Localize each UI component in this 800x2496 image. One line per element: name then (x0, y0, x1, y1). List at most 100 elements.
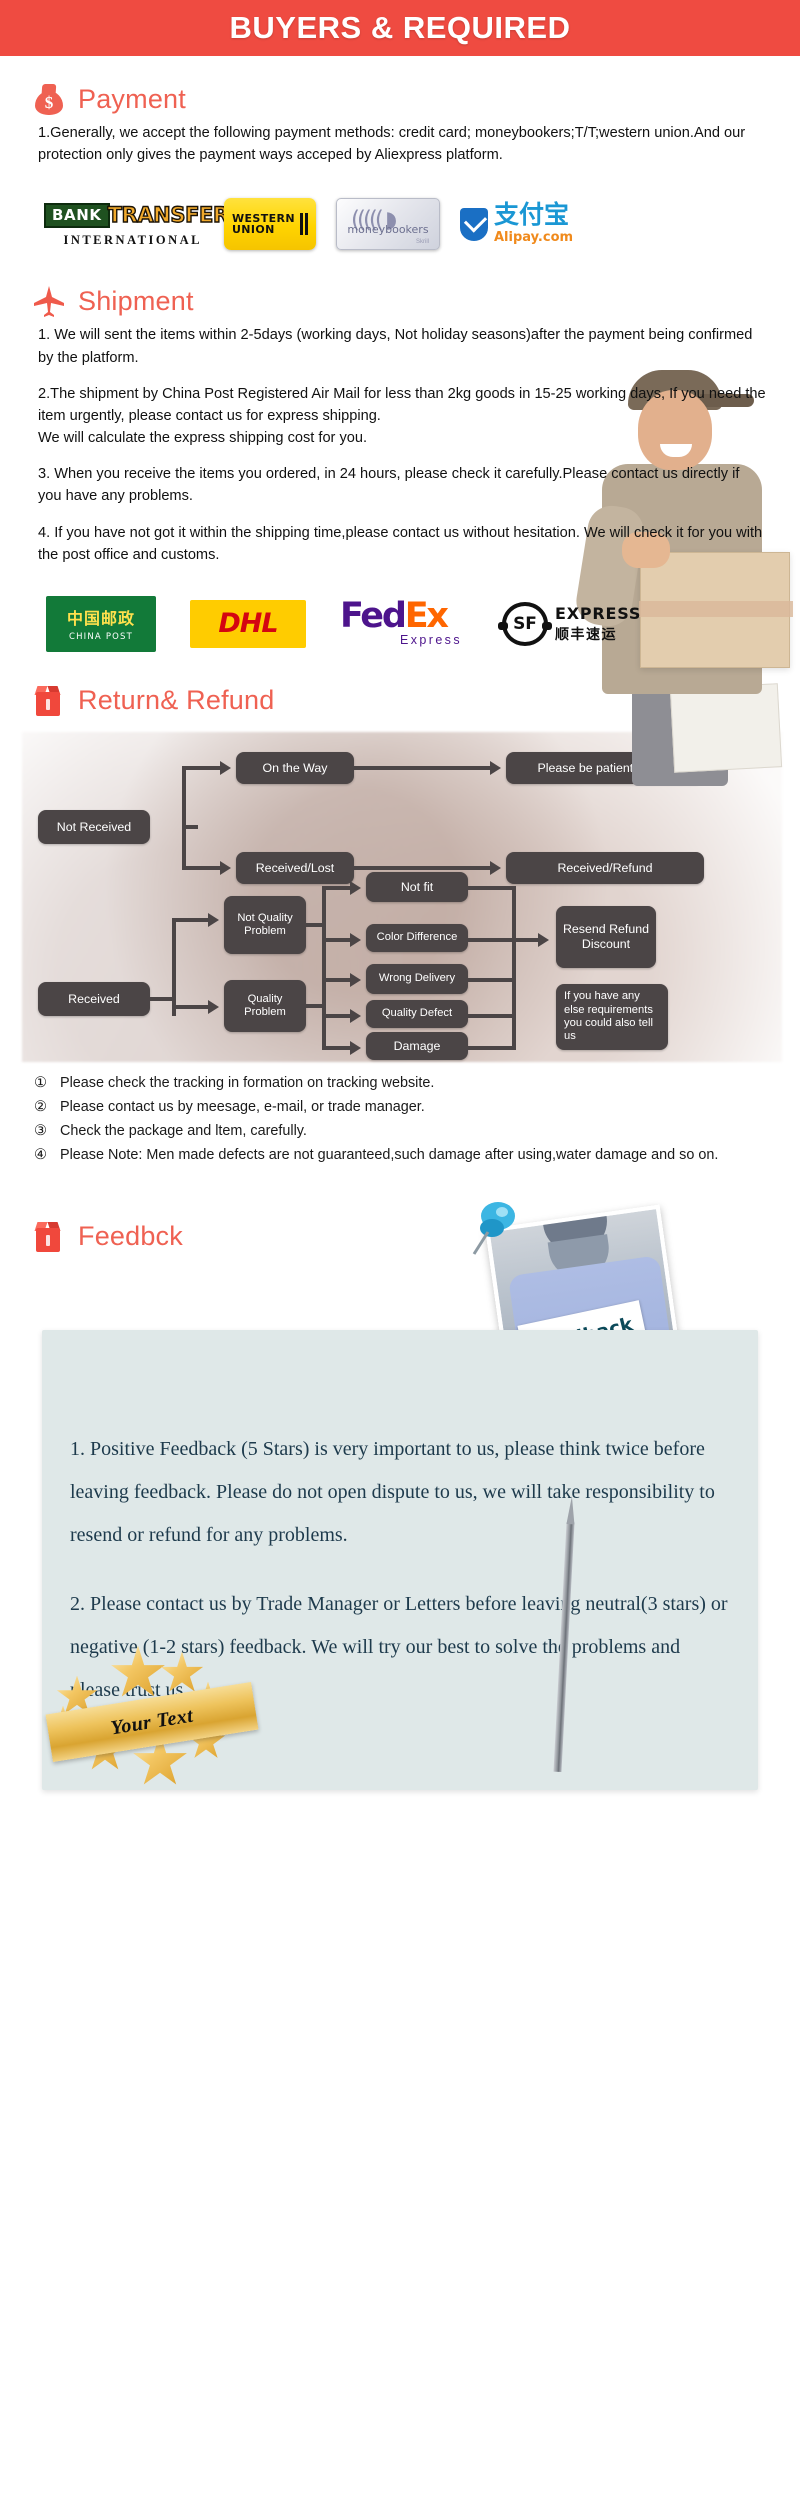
badge-text: Your Text (109, 1703, 195, 1739)
flow-line (512, 885, 516, 1050)
list-text: Check the package and ltem, carefully. (60, 1122, 307, 1139)
flow-arrow (350, 932, 361, 947)
flow-arrow (208, 912, 219, 927)
flow-line (468, 977, 516, 982)
wu-line2: UNION (231, 223, 275, 237)
list-text: Please contact us by meesage, e-mail, or… (60, 1098, 425, 1115)
shipment-paragraph-4: 4. If you have not got it within the shi… (38, 524, 763, 563)
feedback-heading: Feedbck (78, 1221, 183, 1252)
flow-node-received: Received (38, 981, 150, 1016)
flow-line (182, 824, 198, 829)
china-post-en: CHINA POST (68, 632, 134, 643)
flow-line (322, 1013, 352, 1018)
shipment-paragraph-2a: 2.The shipment by China Post Registered … (38, 385, 766, 424)
flow-line (322, 939, 326, 1050)
flow-arrow (220, 860, 231, 875)
shipment-paragraph-1: 1. We will sent the items within 2-5days… (38, 327, 753, 366)
dhl-label: DHL (218, 608, 278, 640)
flow-line (182, 865, 222, 870)
section-header-return-refund: Return& Refund (0, 658, 800, 724)
flow-callout-extra-requirements: If you have any else requirements you co… (556, 983, 668, 1050)
flow-node-color-difference: Color Difference (366, 923, 468, 952)
fedex-fed: Fed (340, 595, 407, 636)
list-marker: ③ (34, 1122, 47, 1139)
flow-line (468, 885, 516, 890)
flow-line (172, 917, 210, 922)
payment-heading: Payment (78, 83, 186, 114)
payment-logo-row: BANK TRANSFER INTERNATIONAL WESTERN UNIO… (0, 180, 800, 258)
flow-line (468, 1013, 516, 1018)
flow-arrow (490, 860, 501, 875)
airplane-icon (32, 284, 66, 318)
feedback-paragraph-1: 1. Positive Feedback (5 Stars) is very i… (70, 1437, 715, 1546)
return-flow-chart: Not Received On the Way Please be patien… (22, 731, 782, 1062)
list-item: ① Please check the tracking in formation… (34, 1072, 770, 1096)
alipay-en: Alipay.com (494, 230, 574, 246)
flow-node-not-received: Not Received (38, 809, 150, 844)
moneybookers-label: moneybookers (347, 223, 429, 237)
flow-node-received-lost: Received/Lost (236, 851, 354, 884)
open-box-icon (32, 1220, 66, 1254)
shipment-paragraph-2: 2.The shipment by China Post Registered … (38, 383, 766, 450)
section-header-payment: $ Payment (0, 56, 800, 122)
return-refund-heading: Return& Refund (78, 685, 275, 716)
western-union-logo: WESTERN UNION (224, 198, 316, 251)
flow-node-not-fit: Not fit (366, 871, 468, 902)
flow-node-please-wait: Please be patient to wait (506, 751, 704, 784)
flow-arrow (350, 1008, 361, 1023)
flow-node-resend-refund-discount: Resend Refund Discount (556, 905, 656, 968)
flow-line (354, 865, 494, 870)
alipay-zh: 支付宝 (494, 200, 570, 230)
list-item: ③ Check the package and ltem, carefully. (34, 1120, 770, 1144)
page-title: BUYERS & REQUIRED (229, 10, 571, 45)
return-notes-list: ① Please check the tracking in formation… (0, 1062, 800, 1168)
flow-line (150, 996, 176, 1001)
payment-paragraph-1: 1.Generally, we accept the following pay… (38, 125, 746, 164)
flow-line (512, 937, 540, 942)
flow-node-wrong-delivery: Wrong Delivery (366, 963, 468, 994)
fedex-ex: Ex (404, 595, 449, 636)
china-post-zh: 中国邮政 (66, 609, 135, 629)
pushpin-icon (468, 1198, 524, 1258)
flow-arrow (538, 932, 549, 947)
flow-arrow (208, 999, 219, 1014)
flow-node-not-quality-problem: Not Quality Problem (224, 895, 306, 954)
feedback-section: Feedbck Feedback 1. Positive Feedback (5… (0, 1201, 800, 1822)
list-text: Please Note: Men made defects are not gu… (60, 1146, 719, 1163)
flow-line (468, 937, 516, 942)
dhl-logo: DHL (190, 599, 306, 648)
money-bag-icon: $ (32, 82, 66, 116)
sf-line1: EXPRESS (555, 603, 642, 623)
flow-node-received-refund: Received/Refund (506, 851, 704, 884)
flow-line (172, 917, 176, 1016)
payment-body: 1.Generally, we accept the following pay… (0, 122, 800, 166)
list-item: ② Please contact us by meesage, e-mail, … (34, 1096, 770, 1120)
page-banner: BUYERS & REQUIRED (0, 0, 800, 56)
list-item: ④ Please Note: Men made defects are not … (34, 1144, 770, 1168)
bank-transfer-word2: TRANSFER (107, 203, 230, 228)
flow-line (322, 977, 352, 982)
flow-arrow (350, 1040, 361, 1055)
list-text: Please check the tracking in formation o… (60, 1074, 435, 1091)
flow-arrow (350, 880, 361, 895)
alipay-logo: 支付宝 Alipay.com (460, 202, 610, 246)
flow-line (182, 765, 222, 770)
bank-transfer-logo: BANK TRANSFER INTERNATIONAL (44, 201, 230, 248)
star-badge: Your Text (40, 1642, 270, 1792)
china-post-logo: 中国邮政 CHINA POST (46, 595, 156, 652)
sf-mark-icon: SF (498, 601, 552, 646)
section-header-feedback: Feedbck (0, 1202, 800, 1260)
shipment-heading: Shipment (78, 285, 194, 316)
sf-line2: 顺丰速运 (555, 626, 617, 643)
moneybookers-logo: ((((( ◗ moneybookers Skrill (336, 198, 440, 251)
fedex-logo: FedEx Express (340, 598, 468, 647)
shipment-paragraph-3: 3. When you receive the items you ordere… (38, 466, 740, 505)
moneybookers-sub: Skrill (416, 239, 429, 246)
flow-line (322, 885, 352, 890)
bank-transfer-sub: INTERNATIONAL (63, 232, 202, 247)
flow-node-quality-defect: Quality Defect (366, 999, 468, 1028)
flow-arrow (490, 760, 501, 775)
carrier-logo-row: 中国邮政 CHINA POST DHL FedEx Express SF EXP… (0, 580, 800, 658)
shipment-paragraph-2b: We will calculate the express shipping c… (38, 430, 368, 447)
wu-bars-icon (300, 213, 309, 236)
